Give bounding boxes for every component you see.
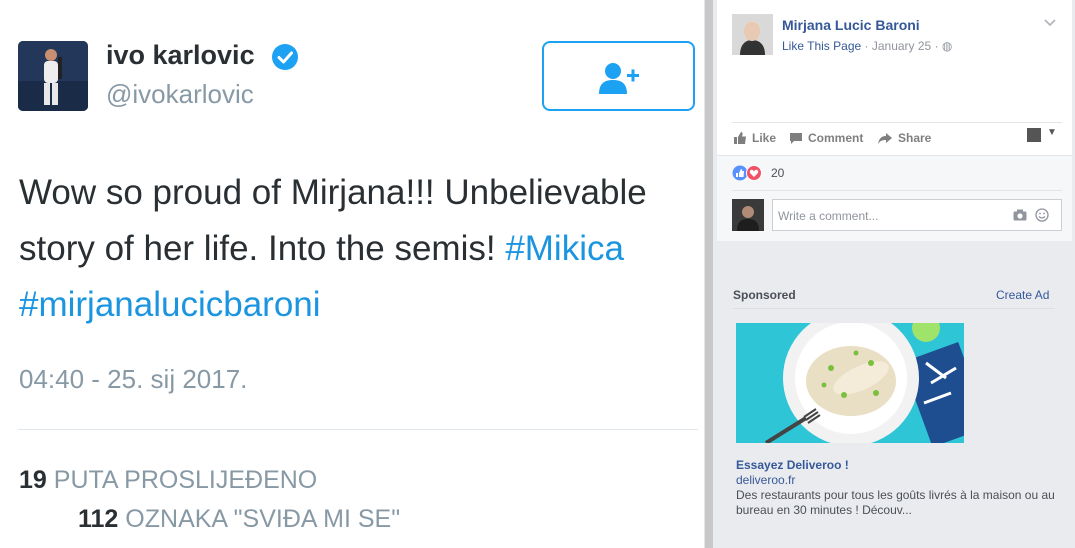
share-icon [878,132,892,144]
facebook-panel: Mirjana Lucic Baroni Like This Page · Ja… [713,0,1075,548]
add-user-icon [599,63,639,94]
tweet-text: Wow so proud of Mirjana!!! Unbelievable … [19,165,689,333]
retweet-label: PUTA PROSLIJEĐENO [53,466,318,494]
comment-label: Comment [808,131,864,145]
meta-separator: · [934,39,939,53]
post-meta: Like This Page · January 25 · ◍ [782,39,952,53]
likes-stat[interactable]: 112 OZNAKA "SVIĐA MI SE" [78,505,400,534]
reactions-count[interactable]: 20 [771,166,784,180]
comment-input[interactable]: Write a comment... [772,199,1062,231]
tweet-panel: ivo karlovic @ivokarlovic Wow so proud o… [0,0,710,548]
share-button[interactable]: Share [877,131,931,145]
likes-label: OZNAKA "SVIĐA MI SE" [125,505,401,533]
sponsored-label: Sponsored [733,288,796,302]
camera-icon[interactable] [1013,209,1027,221]
ad-image[interactable] [736,323,964,443]
post-date[interactable]: January 25 [872,39,931,53]
hashtag-link[interactable]: #Mikica [505,229,624,268]
like-page-link[interactable]: Like This Page [782,39,861,53]
globe-icon: ◍ [941,39,953,53]
comment-button[interactable]: Comment [789,131,863,145]
create-ad-link[interactable]: Create Ad [996,288,1049,302]
verified-badge-icon [270,42,300,72]
reactions-icons[interactable] [732,165,766,181]
like-label: Like [752,131,777,145]
divider [732,122,1062,123]
post-card: Mirjana Lucic Baroni Like This Page · Ja… [717,0,1072,241]
emoji-icon[interactable] [1035,208,1049,222]
ad-domain-link[interactable]: deliveroo.fr [736,473,795,487]
retweet-count: 19 [19,466,47,494]
panel-separator [705,0,713,548]
tweet-timestamp[interactable]: 04:40 - 25. sij 2017. [19,364,247,395]
current-user-avatar[interactable] [732,199,764,231]
commenter-avatar-small[interactable] [1027,128,1041,142]
ad-description: Des restaurants pour tous les goûts livr… [736,488,1055,517]
likes-count: 112 [78,505,119,533]
page-avatar[interactable] [732,14,773,55]
page-name-link[interactable]: Mirjana Lucic Baroni [782,17,920,33]
caret-down-icon[interactable]: ▼ [1047,127,1057,138]
comment-icon [790,132,802,144]
author-handle[interactable]: @ivokarlovic [106,79,254,110]
meta-separator: · [864,39,869,53]
divider [733,308,1055,309]
author-avatar[interactable] [18,41,88,111]
divider [732,190,1062,191]
share-label: Share [898,131,932,145]
divider [18,429,698,430]
hashtag-link[interactable]: #mirjanalucicbaroni [19,285,321,324]
follow-button[interactable] [542,41,695,111]
ad-title-link[interactable]: Essayez Deliveroo ! [736,458,849,472]
chevron-down-icon[interactable] [1044,18,1056,30]
like-button[interactable]: Like [733,131,776,145]
comment-placeholder: Write a comment... [778,209,879,223]
thumbs-up-icon [734,132,746,144]
retweet-stat[interactable]: 19 PUTA PROSLIJEĐENO [19,466,317,495]
author-name[interactable]: ivo karlovic [106,40,255,71]
